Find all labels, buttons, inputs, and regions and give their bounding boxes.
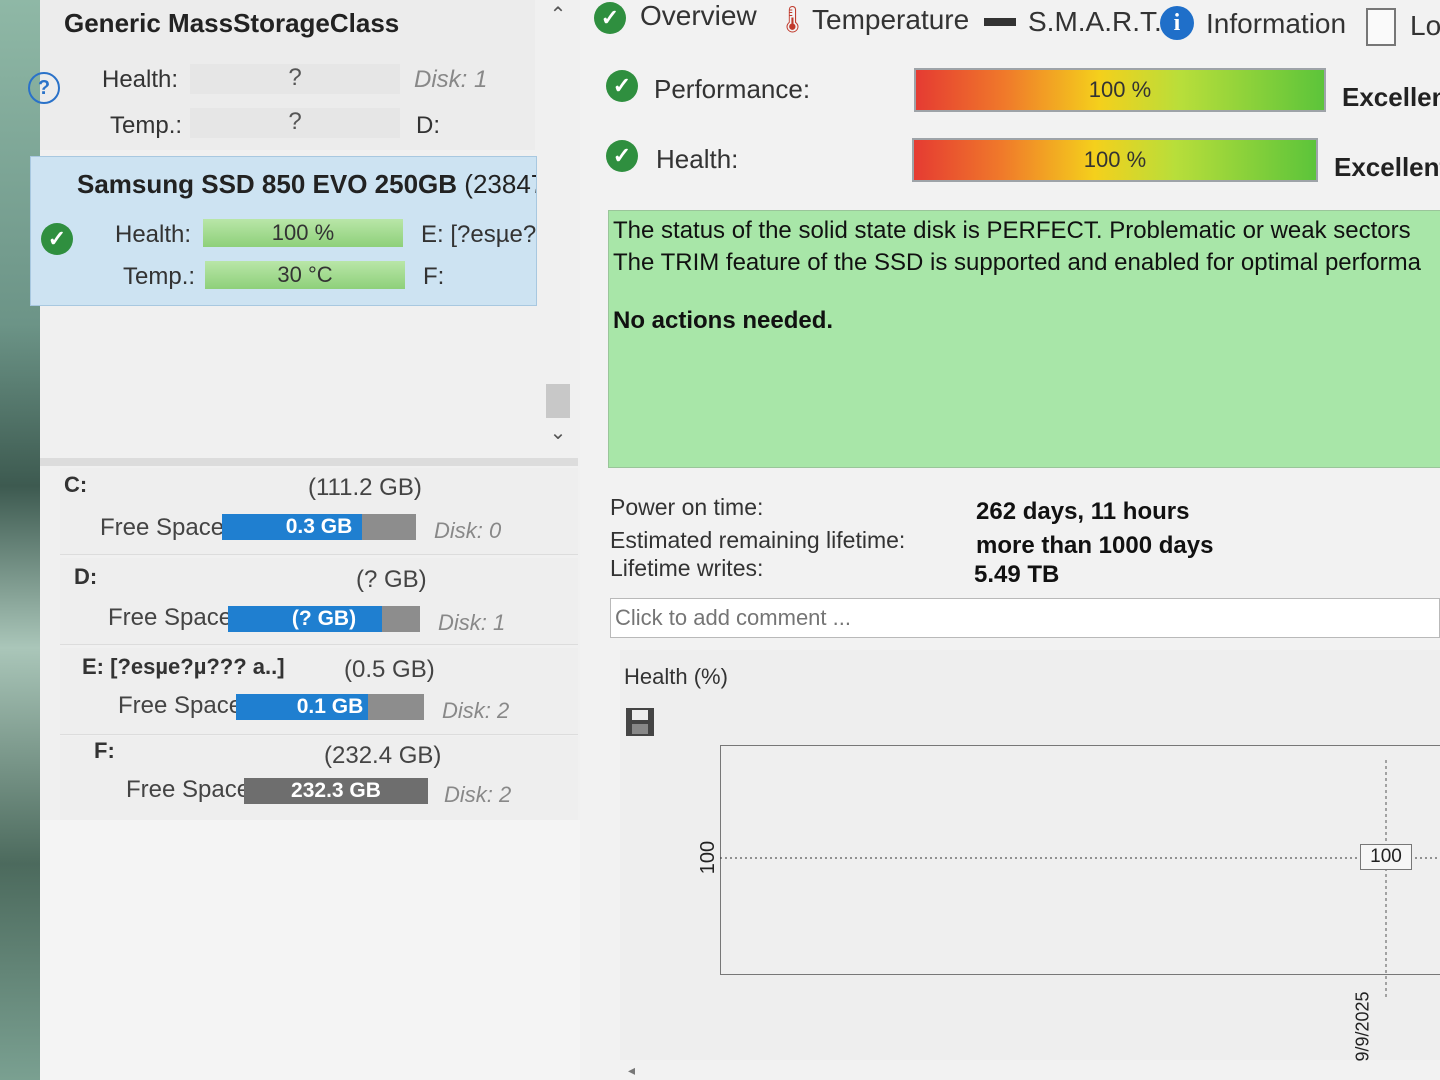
- writes-value: 5.49 TB: [974, 561, 1060, 588]
- status-message-box: The status of the solid state disk is PE…: [608, 210, 1440, 468]
- status-line-2: The TRIM feature of the SSD is supported…: [613, 249, 1421, 276]
- free-space-bar: 0.3 GB: [222, 514, 416, 540]
- disk-card-samsung[interactable]: Samsung SSD 850 EVO 250GB (238472 M ✓ He…: [30, 156, 537, 306]
- health-label: Health:: [115, 221, 192, 248]
- volume-e[interactable]: E: [?esµe?µ??? a..] (0.5 GB) Free Space …: [60, 648, 578, 735]
- chart-title: Health (%): [624, 664, 728, 689]
- volume-size: (0.5 GB): [344, 656, 435, 683]
- ok-check-icon: ✓: [594, 2, 626, 34]
- temp-value: ?: [190, 108, 400, 138]
- smart-drive-icon: [984, 18, 1016, 26]
- free-space-label: Free Space: [118, 692, 243, 719]
- tab-bar: ✓ Overview 🌡 Temperature S.M.A.R.T. i In…: [580, 0, 1440, 48]
- disk-card-generic[interactable]: Generic MassStorageClass ? Health: ? Dis…: [28, 0, 535, 150]
- temp-label: Temp.:: [123, 263, 196, 290]
- free-space-bar: (? GB): [228, 606, 420, 632]
- panel-divider: [40, 458, 578, 466]
- volume-letter: C:: [64, 472, 88, 497]
- drive-letter: D:: [416, 112, 440, 139]
- performance-rating: Excellen: [1342, 82, 1440, 112]
- chart-scroll-left-icon[interactable]: ◂: [628, 1062, 635, 1079]
- empty-list-area: [40, 820, 580, 1080]
- writes-label: Lifetime writes:: [610, 555, 764, 581]
- status-line-1: The status of the solid state disk is PE…: [613, 217, 1411, 244]
- volume-letter: D:: [74, 564, 98, 589]
- point-value-label: 100: [1360, 844, 1412, 870]
- document-icon: [1366, 8, 1396, 46]
- volume-c[interactable]: C: (111.2 GB) Free Space 0.3 GB Disk: 0: [60, 468, 578, 555]
- volume-d[interactable]: D: (? GB) Free Space (? GB) Disk: 1: [60, 558, 578, 645]
- temp-bar: 30 °C: [205, 261, 405, 289]
- free-space-label: Free Space: [100, 514, 225, 541]
- thermometer-icon: 🌡: [776, 4, 810, 34]
- ok-check-icon: ✓: [41, 223, 73, 255]
- health-ok-icon: ✓: [606, 140, 638, 172]
- x-tick-label: 9/9/2025: [1352, 991, 1373, 1062]
- free-space-label: Free Space: [108, 604, 233, 631]
- scroll-up-icon[interactable]: ⌃: [542, 2, 574, 30]
- performance-ok-icon: ✓: [606, 70, 638, 102]
- performance-bar: 100 %: [914, 68, 1326, 112]
- power-on-value: 262 days, 11 hours: [976, 498, 1190, 525]
- scroll-down-icon[interactable]: ⌄: [542, 420, 574, 448]
- disk-number: Disk: 1: [438, 610, 506, 635]
- health-value: ?: [190, 64, 400, 94]
- disk-number: Disk: 1: [414, 66, 488, 93]
- volume-f[interactable]: F: (232.4 GB) Free Space 232.3 GB Disk: …: [60, 736, 578, 823]
- status-line-3: No actions needed.: [613, 307, 834, 334]
- health-label: Health:: [102, 66, 179, 93]
- lifetime-label: Estimated remaining lifetime:: [610, 527, 906, 553]
- health-bar: 100 %: [203, 219, 403, 247]
- scroll-thumb[interactable]: [546, 384, 570, 418]
- disk-name: Generic MassStorageClass: [64, 8, 400, 38]
- unknown-status-icon: ?: [28, 72, 60, 104]
- health-rating: Excellent: [1334, 152, 1440, 182]
- info-icon: i: [1160, 6, 1194, 40]
- free-space-bar: 232.3 GB: [244, 778, 428, 804]
- health-label: Health:: [656, 144, 739, 174]
- save-chart-icon[interactable]: [624, 706, 656, 738]
- free-space-label: Free Space: [126, 776, 251, 803]
- free-space-bar: 0.1 GB: [236, 694, 424, 720]
- disk-list-scrollbar[interactable]: ⌃ ⌄: [540, 0, 576, 455]
- chart-svg: [720, 760, 1440, 1000]
- volume-size: (232.4 GB): [324, 742, 442, 769]
- volume-size: (111.2 GB): [308, 474, 422, 501]
- lifetime-value: more than 1000 days: [976, 532, 1214, 559]
- volume-size: (? GB): [356, 566, 427, 593]
- temp-label: Temp.:: [110, 112, 183, 139]
- drive-letter-e: E: [?esµe?: [421, 221, 537, 248]
- health-bar: 100 %: [912, 138, 1318, 182]
- volume-letter: F:: [94, 738, 115, 763]
- performance-label: Performance:: [654, 74, 811, 104]
- disk-name: Samsung SSD 850 EVO 250GB (238472 M: [77, 169, 536, 199]
- disk-number: Disk: 2: [444, 782, 512, 807]
- y-tick-label: 100: [697, 840, 720, 875]
- drive-letter-f: F:: [423, 263, 445, 290]
- disk-number: Disk: 2: [442, 698, 510, 723]
- volume-letter: E: [?esµe?µ??? a..]: [82, 654, 285, 679]
- power-on-label: Power on time:: [610, 494, 764, 520]
- disk-number: Disk: 0: [434, 518, 502, 543]
- comment-input[interactable]: [610, 598, 1440, 638]
